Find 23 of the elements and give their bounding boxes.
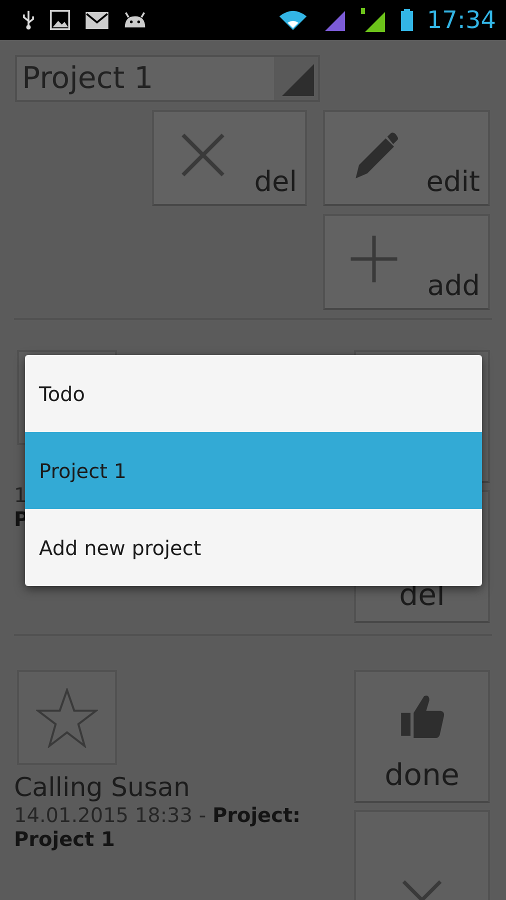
project-dropdown[interactable]: Project 1 xyxy=(15,55,320,102)
signal-icon xyxy=(360,8,387,32)
menu-item[interactable]: Project 1 xyxy=(25,432,482,509)
action-button[interactable]: add xyxy=(323,214,490,310)
battery-icon xyxy=(400,9,413,31)
menu-item[interactable]: Todo xyxy=(25,355,482,432)
dropdown-triangle-icon xyxy=(282,64,314,96)
image-icon xyxy=(49,10,71,30)
task-title: Calling Susan xyxy=(14,773,191,803)
action-button[interactable]: del xyxy=(152,110,307,206)
task-details: Project 1 xyxy=(14,827,116,851)
plus-icon xyxy=(349,234,399,284)
action-button[interactable]: edit xyxy=(323,110,490,206)
signal-icon xyxy=(322,9,347,31)
star-button[interactable] xyxy=(17,670,117,765)
robot-icon xyxy=(123,10,147,30)
clock-time: 17:34 xyxy=(426,6,496,34)
usb-icon xyxy=(22,10,35,30)
mail-icon xyxy=(85,12,109,28)
menu-item[interactable]: Add new project xyxy=(25,509,482,586)
star-icon xyxy=(36,688,98,748)
task-action-button[interactable]: done xyxy=(354,670,490,803)
wifi-icon xyxy=(276,10,309,30)
